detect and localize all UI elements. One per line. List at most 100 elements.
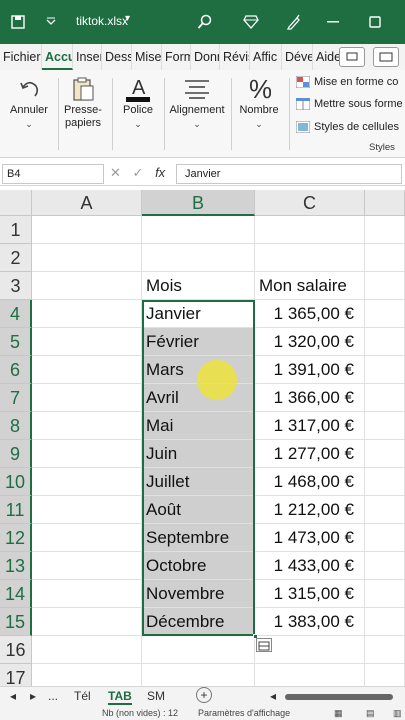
cell-c[interactable]: 1 468,00 € <box>255 468 365 496</box>
clipboard-group[interactable]: Presse- papiers <box>60 74 106 130</box>
cell-d[interactable] <box>365 300 405 328</box>
formula-input[interactable]: Janvier <box>176 164 402 184</box>
cell-d[interactable] <box>365 664 405 686</box>
pen-icon[interactable] <box>284 12 304 32</box>
tab-insertion[interactable]: Inser <box>73 44 102 70</box>
cell-b[interactable]: Octobre <box>142 552 255 580</box>
cell-a[interactable] <box>32 384 142 412</box>
hscroll-left-icon[interactable]: ◂ <box>270 689 276 703</box>
tab-accueil[interactable]: Accu <box>42 44 73 70</box>
display-settings-button[interactable]: Paramètres d'affichage <box>198 708 290 718</box>
cell-c[interactable]: 1 365,00 € <box>255 300 365 328</box>
tab-mise-en-page[interactable]: Mise <box>132 44 162 70</box>
sheet-tab-tab[interactable]: TAB <box>108 689 132 705</box>
cell-c[interactable]: 1 317,00 € <box>255 412 365 440</box>
row-header[interactable]: 15 <box>0 608 32 636</box>
cell-d[interactable] <box>365 552 405 580</box>
cell-b[interactable]: Juin <box>142 440 255 468</box>
cell-d[interactable] <box>365 440 405 468</box>
undo-group[interactable]: Annuler ⌄ <box>4 74 54 130</box>
save-icon[interactable] <box>8 12 28 32</box>
quick-analysis-icon[interactable] <box>256 638 272 652</box>
cell-c[interactable]: 1 433,00 € <box>255 552 365 580</box>
column-header-d[interactable] <box>365 190 405 216</box>
more-sheets-button[interactable]: ... <box>48 689 58 703</box>
page-break-icon[interactable]: ▥ <box>393 708 402 719</box>
cell-d[interactable] <box>365 244 405 272</box>
cell-a[interactable] <box>32 244 142 272</box>
cell-a[interactable] <box>32 636 142 664</box>
cell-c[interactable]: 1 212,00 € <box>255 496 365 524</box>
page-layout-icon[interactable]: ▤ <box>366 708 375 719</box>
cell-c[interactable]: 1 366,00 € <box>255 384 365 412</box>
cell-b[interactable]: Novembre <box>142 580 255 608</box>
cell-c[interactable]: 1 320,00 € <box>255 328 365 356</box>
cell-b[interactable] <box>142 244 255 272</box>
cell-c[interactable]: 1 383,00 € <box>255 608 365 636</box>
cell-a[interactable] <box>32 440 142 468</box>
cell-d[interactable] <box>365 216 405 244</box>
cell-a[interactable] <box>32 608 142 636</box>
tab-revision[interactable]: Révis <box>220 44 250 70</box>
cell-b[interactable]: Août <box>142 496 255 524</box>
row-header[interactable]: 8 <box>0 412 32 440</box>
cell-c[interactable] <box>255 664 365 686</box>
row-header[interactable]: 3 <box>0 272 32 300</box>
cell-d[interactable] <box>365 468 405 496</box>
cell-d[interactable] <box>365 384 405 412</box>
cell-b[interactable] <box>142 636 255 664</box>
cell-a[interactable] <box>32 580 142 608</box>
cell-c[interactable]: 1 391,00 € <box>255 356 365 384</box>
row-header[interactable]: 13 <box>0 552 32 580</box>
scroll-left-icon[interactable]: ◂ <box>10 689 16 703</box>
cell-d[interactable] <box>365 272 405 300</box>
cell-c[interactable]: Mon salaire <box>255 272 365 300</box>
number-group[interactable]: % Nombre ⌄ <box>234 74 284 130</box>
cell-d[interactable] <box>365 580 405 608</box>
enter-icon[interactable]: ✓ <box>133 165 144 180</box>
cell-b[interactable]: Mois <box>142 272 255 300</box>
column-header-c[interactable]: C <box>255 190 365 216</box>
cell-c[interactable] <box>255 244 365 272</box>
tab-developpeur[interactable]: Déve <box>282 44 313 70</box>
cell-b[interactable]: Septembre <box>142 524 255 552</box>
row-header[interactable]: 16 <box>0 636 32 664</box>
row-header[interactable]: 11 <box>0 496 32 524</box>
column-header-a[interactable]: A <box>32 190 142 216</box>
row-header[interactable]: 12 <box>0 524 32 552</box>
cell-d[interactable] <box>365 328 405 356</box>
cell-styles-button[interactable]: Styles de cellules <box>296 121 399 133</box>
cell-d[interactable] <box>365 608 405 636</box>
minimize-icon[interactable] <box>325 12 341 32</box>
cell-a[interactable] <box>32 552 142 580</box>
cell-a[interactable] <box>32 664 142 686</box>
cell-a[interactable] <box>32 468 142 496</box>
cell-b[interactable]: Février <box>142 328 255 356</box>
conditional-format-button[interactable]: Mise en forme co <box>296 76 398 88</box>
horizontal-scrollbar[interactable] <box>285 694 393 700</box>
cell-c[interactable]: 1 315,00 € <box>255 580 365 608</box>
scroll-right-icon[interactable]: ▸ <box>30 689 36 703</box>
cell-a[interactable] <box>32 412 142 440</box>
row-header[interactable]: 10 <box>0 468 32 496</box>
tab-affichage[interactable]: Affic <box>250 44 282 70</box>
cell-b[interactable]: Juillet <box>142 468 255 496</box>
cell-a[interactable] <box>32 300 142 328</box>
row-header[interactable]: 9 <box>0 440 32 468</box>
cell-a[interactable] <box>32 328 142 356</box>
cell-c[interactable]: 1 473,00 € <box>255 524 365 552</box>
cell-b[interactable] <box>142 664 255 686</box>
cell-b[interactable] <box>142 216 255 244</box>
tab-formules[interactable]: Form <box>162 44 191 70</box>
cell-d[interactable] <box>365 412 405 440</box>
file-title[interactable]: tiktok.xlsx <box>76 14 128 28</box>
diamond-icon[interactable] <box>241 12 261 32</box>
search-icon[interactable] <box>195 12 215 32</box>
cell-a[interactable] <box>32 216 142 244</box>
name-box[interactable]: B4 <box>2 164 104 184</box>
insert-function-icon[interactable]: fx <box>155 165 165 180</box>
cell-b[interactable]: Mai <box>142 412 255 440</box>
cell-a[interactable] <box>32 272 142 300</box>
row-header[interactable]: 5 <box>0 328 32 356</box>
normal-view-icon[interactable]: ▦ <box>334 708 343 719</box>
